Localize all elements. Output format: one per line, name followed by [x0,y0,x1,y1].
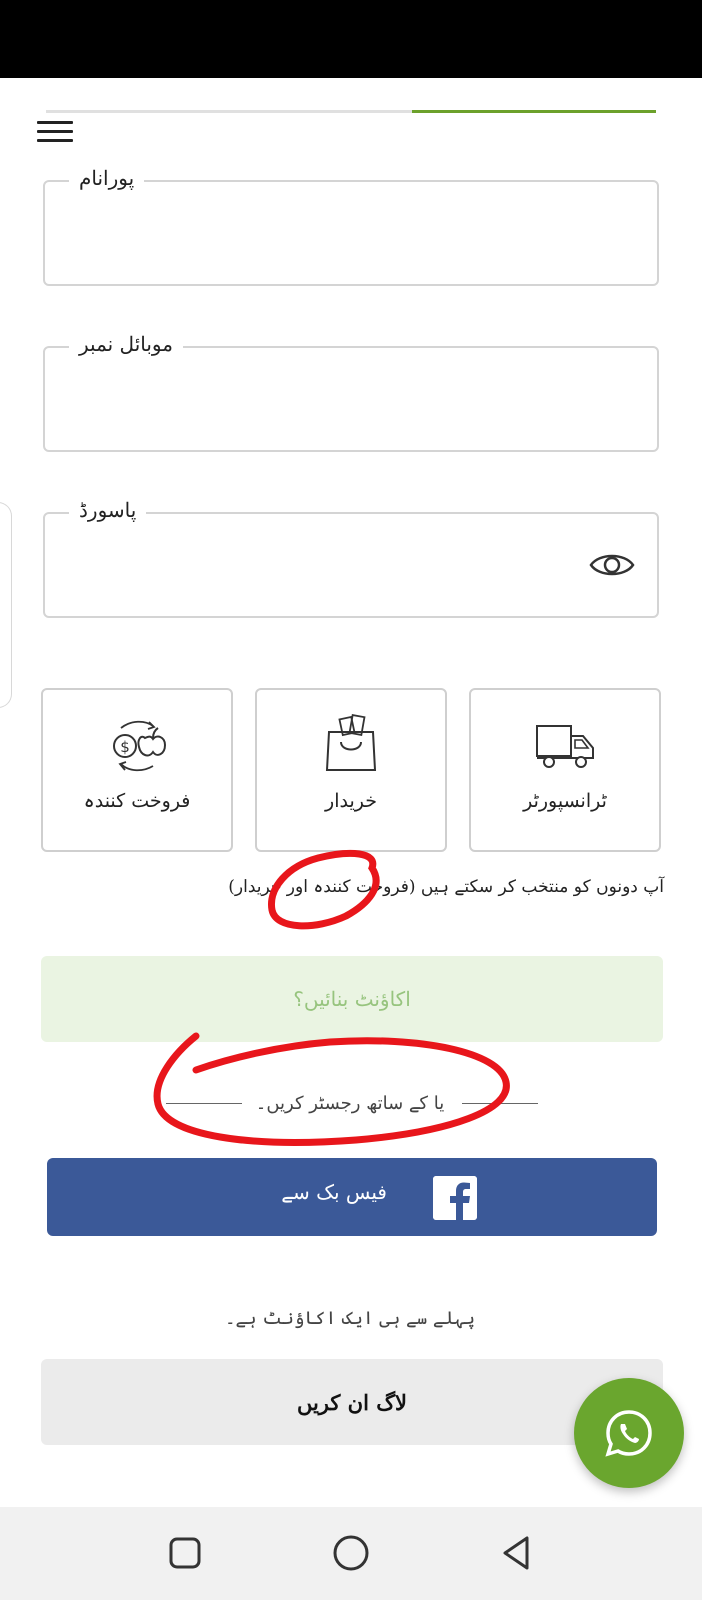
facebook-icon [433,1176,477,1220]
system-navigation-bar [0,1507,702,1600]
role-card-seller[interactable]: $ فروخت کنندہ [41,688,233,852]
full-name-label: پورانام [69,163,145,193]
role-label-buyer: خریدار [325,790,377,812]
role-label-transporter: ٹرانسپورٹر [523,790,607,812]
password-field[interactable]: پاسورڈ [43,495,659,618]
role-card-buyer[interactable]: خریدار [255,688,447,852]
show-password-eye-icon[interactable] [589,548,635,582]
truck-icon [536,725,594,768]
side-drawer-handle[interactable] [0,502,12,708]
registration-progress-bar [46,110,656,113]
full-name-field[interactable]: پورانام [43,163,659,286]
back-icon[interactable] [493,1529,541,1577]
password-input[interactable] [135,528,615,602]
shopping-bag-icon [325,714,377,771]
seller-exchange-icon: $ [113,720,167,772]
home-icon[interactable] [327,1529,375,1577]
whatsapp-icon [605,1410,652,1457]
mobile-number-label: موبائل نمبر [69,329,183,359]
already-have-account-text: پہلے سے ہی ایک اکاؤنٹ ہے۔ [224,1308,476,1329]
role-card-transporter[interactable]: ٹرانسپورٹر [469,688,661,852]
svg-text:$: $ [120,738,130,756]
mobile-number-field[interactable]: موبائل نمبر [43,329,659,452]
divider-line-right [462,1103,538,1104]
status-bar [0,0,702,78]
progress-fill [412,110,656,113]
recent-apps-icon[interactable] [161,1529,209,1577]
register-with-label: یا کے ساتھ رجسٹر کریں۔ [255,1093,445,1114]
mobile-number-input[interactable] [57,362,597,436]
facebook-login-button[interactable]: فیس بک سے [47,1158,657,1236]
facebook-button-label: فیس بک سے [281,1180,387,1204]
password-label: پاسورڈ [69,495,147,525]
create-account-button[interactable]: اکاؤنٹ بنائیں؟ [41,956,663,1042]
full-name-input[interactable] [57,196,597,270]
hamburger-menu-icon[interactable] [37,121,73,145]
whatsapp-chat-button[interactable] [574,1378,684,1488]
role-label-seller: فروخت کنندہ [83,790,191,812]
role-selection-note: آپ دونوں کو منتخب کر سکتے ہیں (فروخت کنن… [228,877,664,897]
login-button[interactable]: لاگ ان کریں [41,1359,663,1445]
